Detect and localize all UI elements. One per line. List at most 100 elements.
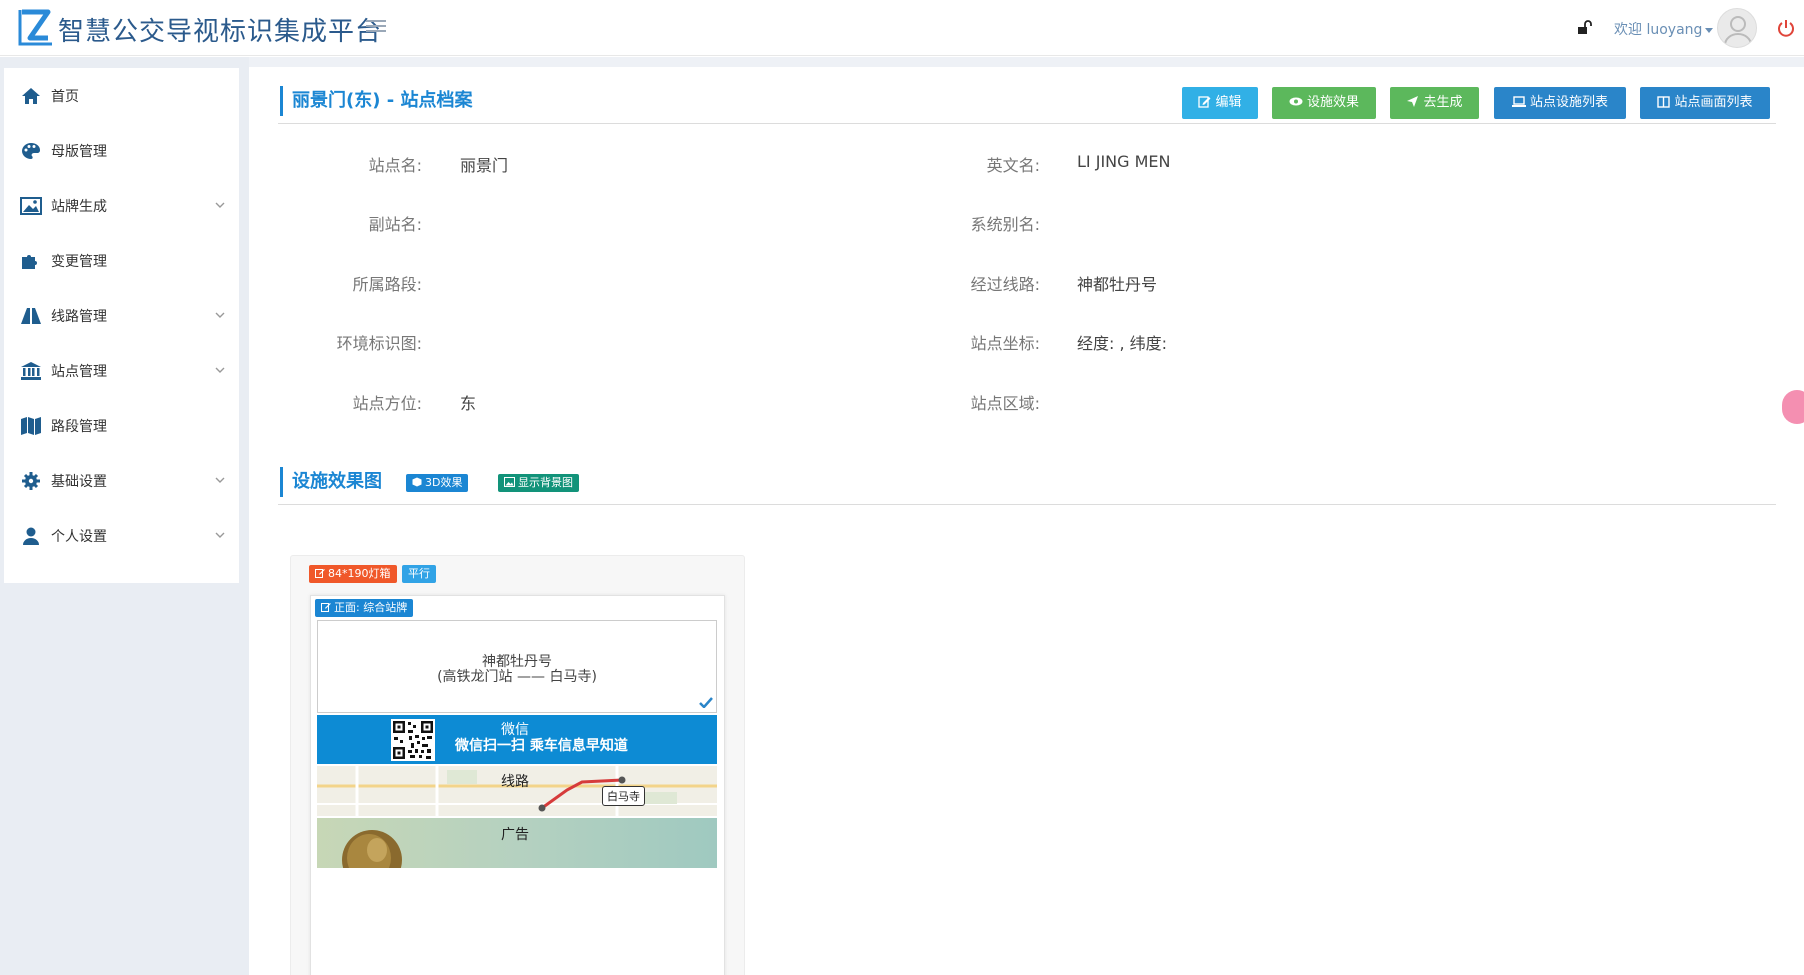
direction-label: 站点方位:	[352, 394, 422, 413]
app-logo-icon	[18, 9, 52, 46]
sidebar-item-personal-settings[interactable]: 个人设置	[4, 508, 239, 563]
edit-button[interactable]: 编辑	[1182, 87, 1258, 119]
generate-label: 去生成	[1423, 95, 1463, 110]
app-title: 智慧公交导视标识集成平台	[58, 17, 383, 47]
orientation-tag: 平行	[402, 565, 436, 583]
sign-board-preview: 神都牡丹号 (高铁龙门站 —— 白马寺) 微信 微信扫一扫 乘车信息早知道 线路…	[317, 620, 717, 868]
3d-effect-tag[interactable]: 3D效果	[406, 474, 469, 492]
welcome-text: 欢迎 luoyang	[1614, 22, 1703, 38]
device-spec-label: 84*190灯箱	[328, 567, 391, 580]
station-facility-list-button[interactable]: 站点设施列表	[1494, 87, 1626, 119]
cube-icon	[412, 477, 422, 487]
station-screen-list-button[interactable]: 站点画面列表	[1640, 87, 1770, 119]
sidebar-item-label: 个人设置	[51, 529, 107, 545]
facility-section-title: 设施效果图	[280, 467, 382, 497]
direction-value: 东	[460, 394, 477, 413]
sidebar-item-label: 母版管理	[51, 144, 107, 160]
send-icon	[1407, 96, 1419, 107]
show-background-tag[interactable]: 显示背景图	[498, 474, 579, 492]
sidebar: 首页 母版管理 站牌生成 变更管理 线路管理 站点管理 路段管理 基础设置 个人…	[4, 68, 239, 583]
face-tag-label: 正面: 综合站牌	[334, 601, 408, 614]
passing-lines-value: 神都牡丹号	[1077, 275, 1158, 294]
sidebar-item-label: 变更管理	[51, 254, 107, 270]
sidebar-item-label: 线路管理	[51, 309, 107, 325]
avatar[interactable]	[1717, 8, 1757, 48]
bank-icon	[21, 362, 41, 380]
sidebar-item-road-sections[interactable]: 路段管理	[4, 398, 239, 453]
board-wechat-slogan: 微信扫一扫 乘车信息早知道	[455, 738, 628, 754]
station-facility-list-label: 站点设施列表	[1529, 95, 1608, 110]
station-name-label: 站点名:	[368, 156, 422, 175]
image-icon	[504, 477, 515, 487]
sidebar-item-label: 基础设置	[51, 474, 107, 490]
sidebar-item-label: 站点管理	[51, 364, 107, 380]
system-alias-label: 系统别名:	[970, 215, 1040, 234]
gear-icon	[22, 472, 40, 490]
eye-icon	[1289, 97, 1303, 106]
edit-button-label: 编辑	[1215, 95, 1242, 110]
caret-down-icon	[1705, 27, 1714, 33]
check-icon	[699, 697, 713, 708]
sidebar-item-template[interactable]: 母版管理	[4, 123, 239, 178]
image-icon	[20, 197, 42, 215]
laptop-icon	[1511, 96, 1526, 107]
sidebar-item-label: 首页	[51, 89, 79, 105]
passing-lines-label: 经过线路:	[970, 275, 1040, 294]
english-name-label: 英文名:	[986, 156, 1040, 175]
sidebar-item-label: 站牌生成	[51, 199, 107, 215]
coordinates-value: 经度: , 纬度:	[1077, 334, 1168, 353]
board-line-route: (高铁龙门站 —— 白马寺)	[437, 669, 597, 685]
chevron-down-icon	[215, 202, 225, 208]
map-icon	[21, 417, 41, 435]
edit-icon	[321, 603, 331, 612]
floating-helper-button[interactable]	[1782, 390, 1804, 424]
facility-effect-button[interactable]: 设施效果	[1272, 87, 1376, 119]
face-tag[interactable]: 正面: 综合站牌	[315, 599, 414, 617]
coordinates-label: 站点坐标:	[970, 334, 1040, 353]
columns-icon	[1657, 96, 1671, 108]
sidebar-item-label: 路段管理	[51, 419, 107, 435]
chevron-down-icon	[215, 477, 225, 483]
sidebar-item-home[interactable]: 首页	[4, 68, 239, 123]
board-route-label: 线路	[501, 774, 529, 790]
sidebar-item-basic-settings[interactable]: 基础设置	[4, 453, 239, 508]
sidebar-item-lines[interactable]: 线路管理	[4, 288, 239, 343]
station-name-value: 丽景门	[460, 156, 509, 175]
area-label: 站点区域:	[970, 394, 1040, 413]
top-header: 智慧公交导视标识集成平台 欢迎 luoyang	[0, 0, 1804, 56]
board-ad-label: 广告	[501, 827, 529, 843]
sidebar-item-stations[interactable]: 站点管理	[4, 343, 239, 398]
road-icon	[21, 308, 41, 324]
sub-name-label: 副站名:	[368, 215, 422, 234]
edit-icon	[1198, 96, 1211, 108]
power-icon[interactable]	[1776, 18, 1796, 38]
section-divider	[278, 504, 1776, 505]
header-divider-band	[0, 57, 1804, 67]
section-divider	[278, 123, 1776, 124]
sidebar-item-sign-generate[interactable]: 站牌生成	[4, 178, 239, 233]
english-name-value: LI JING MEN	[1077, 152, 1171, 171]
palette-icon	[22, 143, 40, 159]
user-menu[interactable]: 欢迎 luoyang	[1614, 19, 1714, 39]
edit-icon	[315, 569, 325, 578]
sidebar-item-change[interactable]: 变更管理	[4, 233, 239, 288]
facility-effect-label: 设施效果	[1306, 95, 1359, 110]
chevron-down-icon	[215, 532, 225, 538]
station-screen-list-label: 站点画面列表	[1674, 95, 1753, 110]
device-spec-tag[interactable]: 84*190灯箱	[309, 565, 397, 583]
board-ad-panel: 广告	[317, 818, 717, 868]
3d-effect-label: 3D效果	[425, 476, 463, 489]
unlock-icon[interactable]	[1576, 20, 1592, 36]
page-title: 丽景门(东) - 站点档案	[280, 86, 472, 116]
env-map-label: 环境标识图:	[336, 334, 422, 353]
user-avatar-icon	[1724, 16, 1752, 46]
board-line-panel: 神都牡丹号 (高铁龙门站 —— 白马寺)	[317, 620, 717, 713]
menu-toggle-icon[interactable]	[366, 20, 386, 36]
map-stop-label: 白马寺	[602, 786, 645, 806]
board-route-map: 线路 白马寺	[317, 766, 717, 816]
home-icon	[22, 88, 40, 104]
show-background-label: 显示背景图	[518, 476, 573, 489]
road-section-label: 所属路段:	[352, 275, 422, 294]
puzzle-icon	[22, 255, 37, 269]
generate-button[interactable]: 去生成	[1390, 87, 1479, 119]
